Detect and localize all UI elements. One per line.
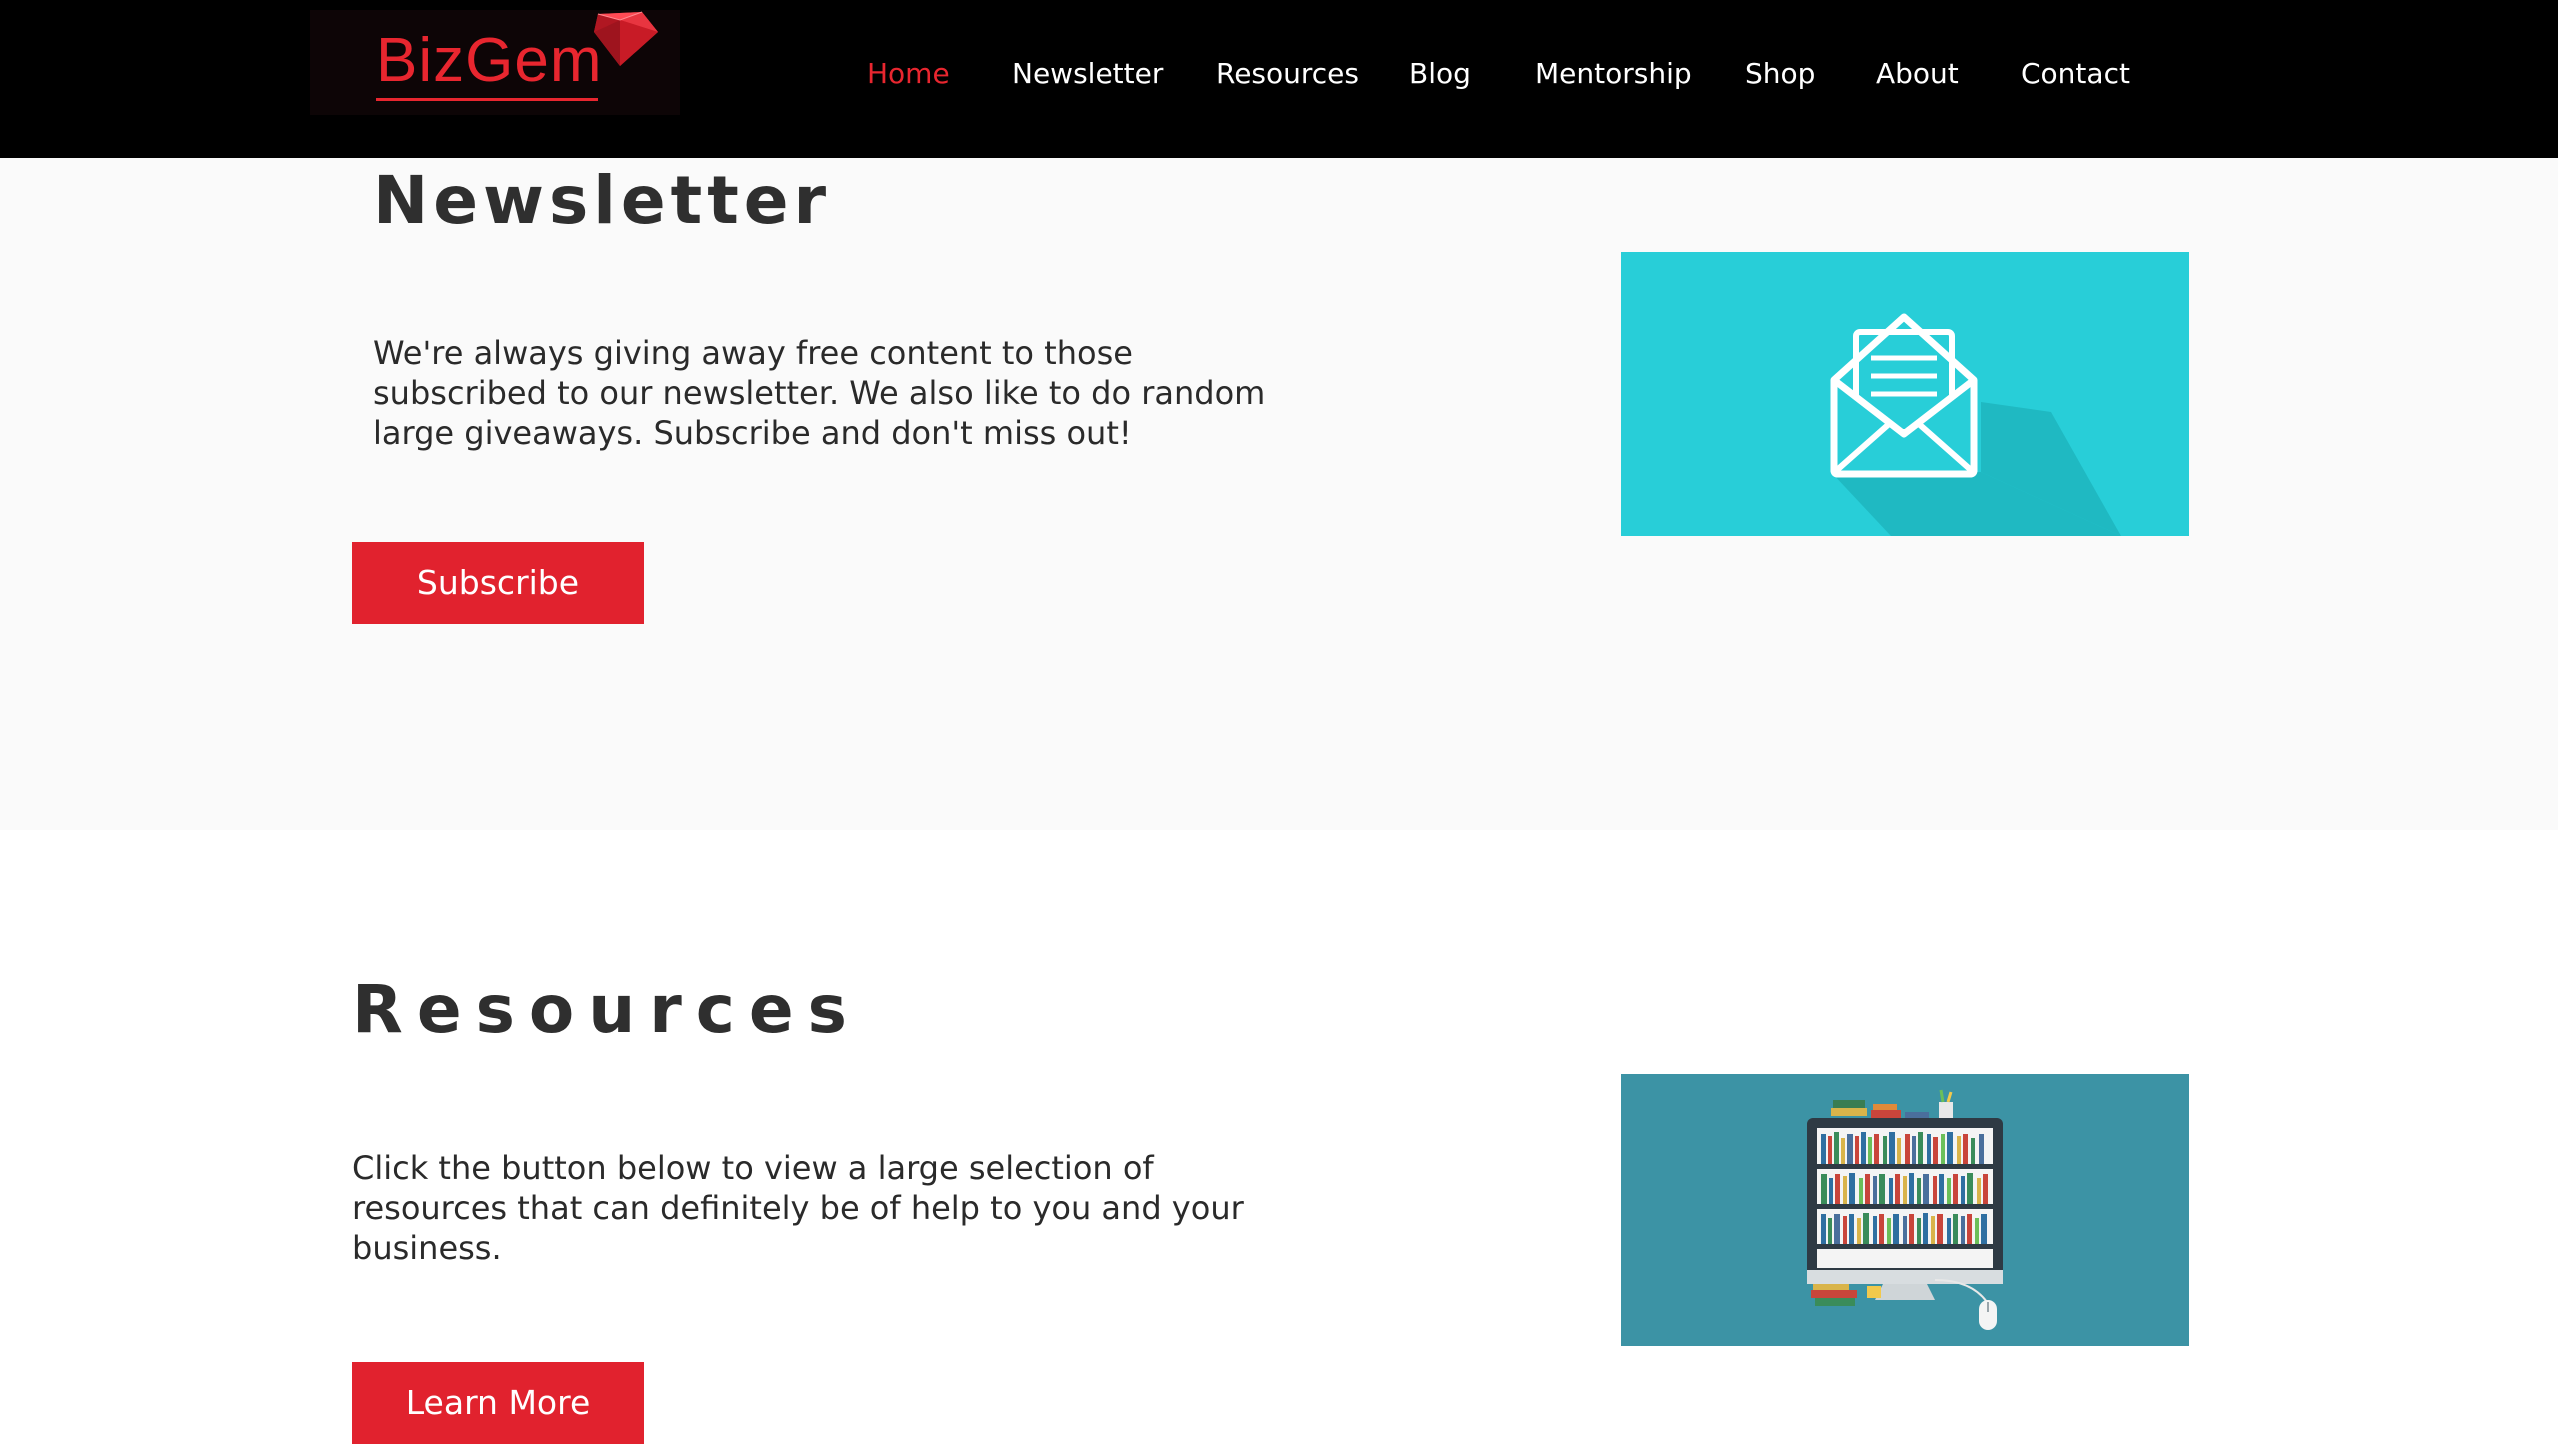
nav-item-newsletter[interactable]: Newsletter (1012, 56, 1163, 92)
bookshelf-monitor-icon (1807, 1089, 2003, 1330)
newsletter-section: Newsletter We're always giving away free… (0, 158, 2558, 830)
nav-item-mentorship[interactable]: Mentorship (1535, 56, 1692, 92)
newsletter-image (1621, 252, 2189, 536)
nav-item-home[interactable]: Home (867, 56, 950, 92)
nav-item-about[interactable]: About (1876, 56, 1959, 92)
site-header: BizGem Home Newsletter Resources Blog Me… (0, 0, 2558, 158)
subscribe-button[interactable]: Subscribe (352, 542, 644, 624)
nav-item-resources[interactable]: Resources (1216, 56, 1359, 92)
newsletter-title: Newsletter (373, 162, 832, 239)
nav-item-blog[interactable]: Blog (1409, 56, 1471, 92)
resources-title: Resources (352, 971, 861, 1048)
nav-item-contact[interactable]: Contact (2021, 56, 2130, 92)
nav-item-shop[interactable]: Shop (1745, 56, 1815, 92)
resources-description: Click the button below to view a large s… (352, 1149, 1244, 1267)
learn-more-button[interactable]: Learn More (352, 1362, 644, 1444)
main-nav: Home Newsletter Resources Blog Mentorshi… (0, 0, 2558, 150)
newsletter-description: We're always giving away free content to… (373, 334, 1266, 452)
resources-section: Resources Click the button below to view… (0, 830, 2558, 1452)
envelope-icon (1830, 313, 2121, 536)
resources-image (1621, 1074, 2189, 1346)
